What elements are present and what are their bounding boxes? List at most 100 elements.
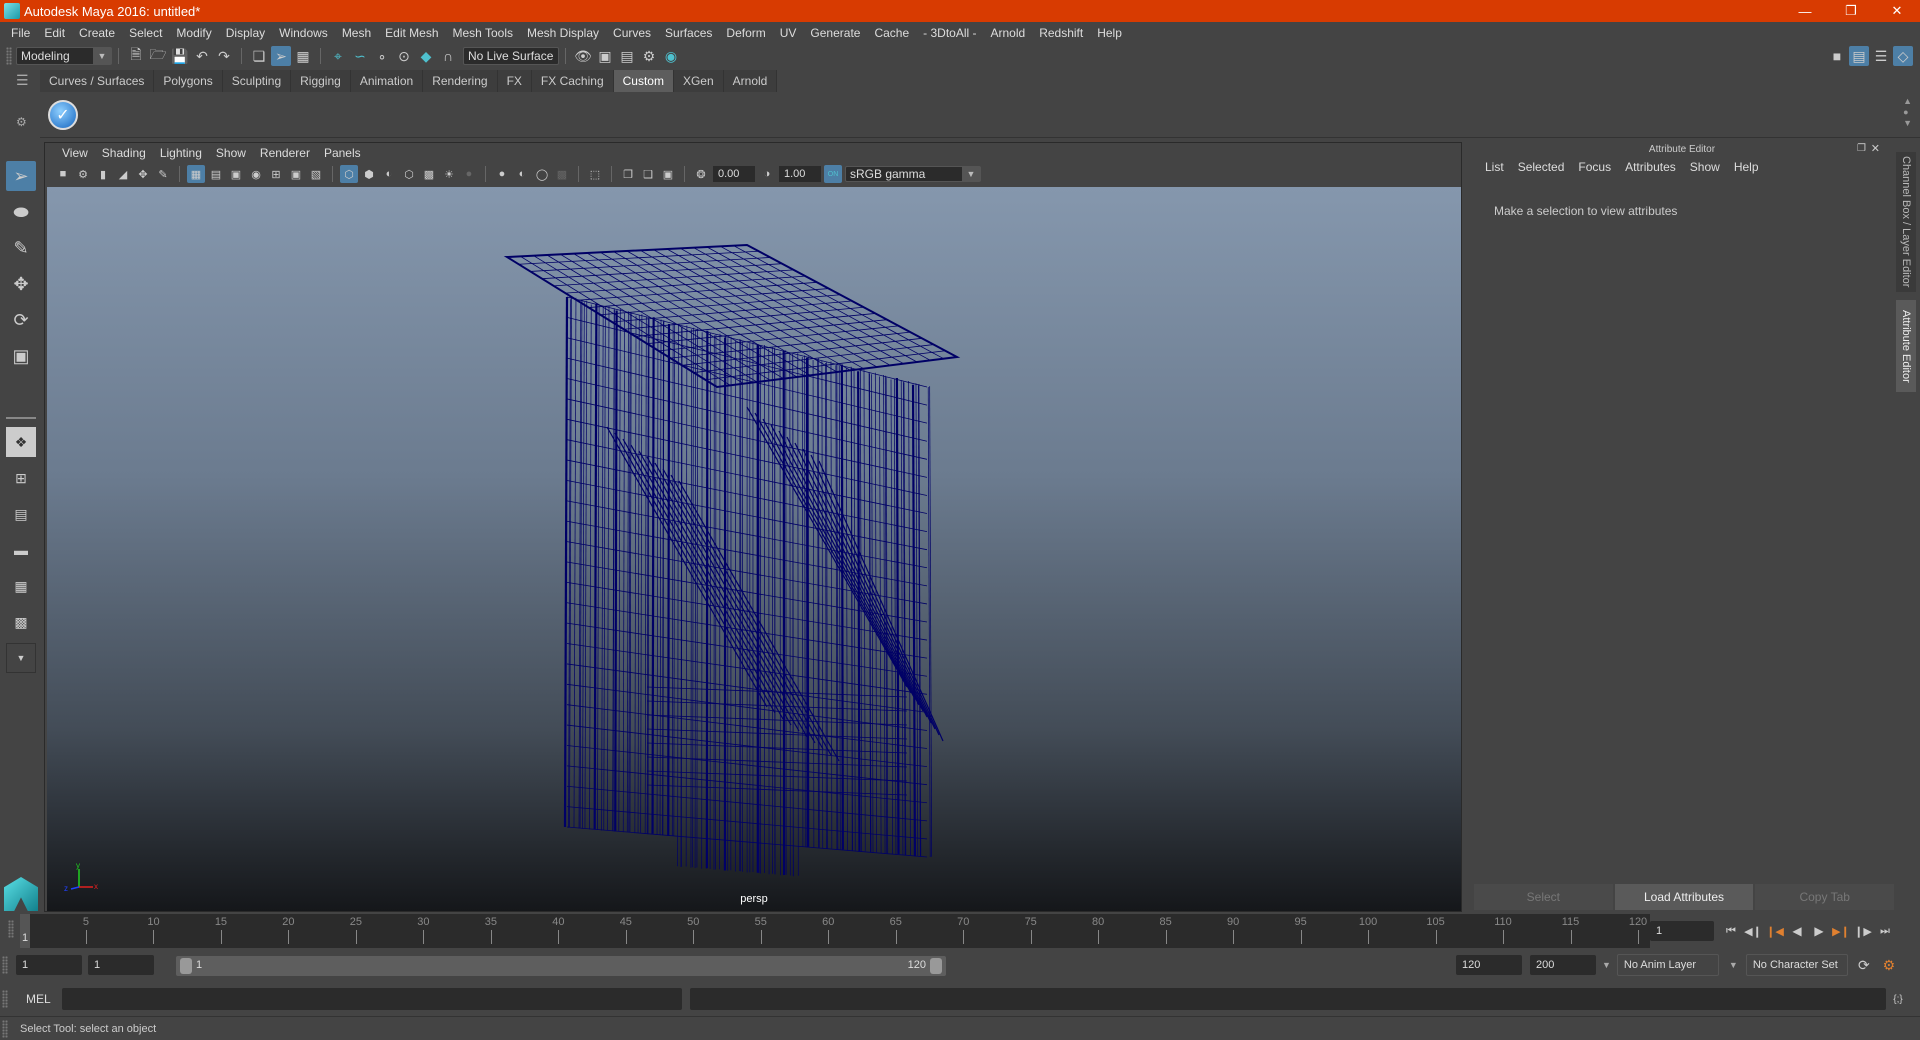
- menu-file[interactable]: File: [4, 26, 37, 40]
- depth-of-field-icon[interactable]: ▩: [553, 165, 571, 183]
- animation-start-field[interactable]: 1: [16, 955, 82, 975]
- load-attributes-button[interactable]: Load Attributes: [1614, 884, 1754, 910]
- open-scene-icon[interactable]: 🗁: [148, 46, 168, 66]
- make-live-icon[interactable]: ∩: [438, 46, 458, 66]
- rotate-tool-icon[interactable]: ⟳: [6, 305, 36, 335]
- xray-joints-icon[interactable]: ❑: [639, 165, 657, 183]
- step-back-key-icon[interactable]: ❙◀: [1765, 921, 1785, 941]
- snap-grid-icon[interactable]: ⌖: [328, 46, 348, 66]
- range-grip[interactable]: [2, 956, 8, 974]
- move-tool-icon[interactable]: ✥: [6, 269, 36, 299]
- minimize-button[interactable]: —: [1782, 0, 1828, 22]
- undo-icon[interactable]: ↶: [192, 46, 212, 66]
- menu-curves[interactable]: Curves: [606, 26, 658, 40]
- xray-components-icon[interactable]: ▣: [659, 165, 677, 183]
- shelf-tab-animation[interactable]: Animation: [350, 70, 424, 92]
- ae-menu-attributes[interactable]: Attributes: [1618, 160, 1683, 174]
- motion-blur-icon[interactable]: ◐: [513, 165, 531, 183]
- xray-icon[interactable]: ❐: [619, 165, 637, 183]
- snap-curve-icon[interactable]: ∽: [350, 46, 370, 66]
- single-view-layout-icon[interactable]: ❖: [6, 427, 36, 457]
- ae-menu-selected[interactable]: Selected: [1511, 160, 1572, 174]
- command-input[interactable]: [62, 988, 682, 1010]
- render-view-icon[interactable]: 👁: [573, 46, 593, 66]
- ambient-occlusion-icon[interactable]: ●: [493, 165, 511, 183]
- select-tool-icon[interactable]: ➢: [6, 161, 36, 191]
- snap-view-plane-icon[interactable]: ⊙: [394, 46, 414, 66]
- grease-pencil-icon[interactable]: ✎: [154, 165, 172, 183]
- anim-layer-dropdown[interactable]: No Anim Layer: [1616, 954, 1719, 976]
- menu-mesh-display[interactable]: Mesh Display: [520, 26, 606, 40]
- menu-3dtoall[interactable]: - 3DtoAll -: [916, 26, 983, 40]
- hypershade-persp-layout-icon[interactable]: ▦: [6, 571, 36, 601]
- shelf-scroll[interactable]: ▲ ● ▼: [1903, 96, 1912, 129]
- wireframe-on-shaded-icon[interactable]: ⬡: [400, 165, 418, 183]
- shelf-tab-arnold[interactable]: Arnold: [723, 70, 778, 92]
- step-back-frame-icon[interactable]: ◀❙: [1743, 921, 1763, 941]
- 3d-viewport[interactable]: y x z persp: [47, 187, 1461, 911]
- tab-attribute-editor[interactable]: Attribute Editor: [1896, 300, 1916, 392]
- panel-menu-show[interactable]: Show: [209, 146, 253, 160]
- panel-menu-renderer[interactable]: Renderer: [253, 146, 317, 160]
- ae-menu-list[interactable]: List: [1478, 160, 1511, 174]
- default-material-icon[interactable]: ◐: [380, 165, 398, 183]
- save-scene-icon[interactable]: 💾: [170, 46, 190, 66]
- shelf-tab-custom[interactable]: Custom: [613, 70, 674, 92]
- float-panel-icon[interactable]: ❐: [1857, 143, 1866, 154]
- resolution-gate-icon[interactable]: ▣: [227, 165, 245, 183]
- character-set-dropdown[interactable]: No Character Set: [1745, 954, 1848, 976]
- script-language-label[interactable]: MEL: [12, 992, 62, 1006]
- menu-mesh[interactable]: Mesh: [335, 26, 378, 40]
- scale-tool-icon[interactable]: ▣: [6, 341, 36, 371]
- menu-select[interactable]: Select: [122, 26, 169, 40]
- modeling-toolkit-icon[interactable]: ■: [1827, 46, 1847, 66]
- render-frame-icon[interactable]: ▣: [595, 46, 615, 66]
- lights-icon[interactable]: ☀: [440, 165, 458, 183]
- safe-action-icon[interactable]: ▣: [287, 165, 305, 183]
- color-management-toggle[interactable]: ON: [824, 165, 842, 183]
- shelf-tab-sculpting[interactable]: Sculpting: [222, 70, 292, 92]
- hypershade-icon[interactable]: ◉: [661, 46, 681, 66]
- menu-modify[interactable]: Modify: [169, 26, 218, 40]
- ipr-render-icon[interactable]: ▤: [617, 46, 637, 66]
- snap-surface-icon[interactable]: ◆: [416, 46, 436, 66]
- view-transform-dropdown[interactable]: sRGB gamma ▼: [845, 166, 981, 182]
- textured-icon[interactable]: ▩: [420, 165, 438, 183]
- shelf-tab-fx-caching[interactable]: FX Caching: [531, 70, 614, 92]
- grid-icon[interactable]: ▦: [187, 165, 205, 183]
- copy-tab-button[interactable]: Copy Tab: [1755, 884, 1895, 910]
- select-hierarchy-icon[interactable]: ❏: [249, 46, 269, 66]
- snap-point-icon[interactable]: ∘: [372, 46, 392, 66]
- tool-settings-icon[interactable]: ☰: [1871, 46, 1891, 66]
- ae-menu-show[interactable]: Show: [1683, 160, 1727, 174]
- close-panel-icon[interactable]: ✕: [1871, 142, 1880, 155]
- range-end-handle[interactable]: [930, 958, 942, 974]
- menu-redshift[interactable]: Redshift: [1032, 26, 1090, 40]
- go-to-end-icon[interactable]: ⏭: [1875, 921, 1895, 941]
- shelf-gear-icon[interactable]: ⚙: [16, 115, 38, 129]
- drag-grip[interactable]: [6, 47, 12, 65]
- time-slider[interactable]: 5 10 15 20 25 30 35 40 45 50 55 60 65 70 75 80 85 90 95 100…: [20, 914, 1650, 948]
- timeline-grip[interactable]: [8, 920, 14, 938]
- character-set-chevron-icon[interactable]: ▼: [1729, 960, 1738, 970]
- menu-display[interactable]: Display: [219, 26, 272, 40]
- panel-menu-panels[interactable]: Panels: [317, 146, 368, 160]
- play-forwards-icon[interactable]: ▶: [1809, 921, 1829, 941]
- checkmark-shelf-icon[interactable]: ✓: [48, 100, 78, 130]
- shelf-tab-rendering[interactable]: Rendering: [423, 70, 498, 92]
- menu-deform[interactable]: Deform: [719, 26, 772, 40]
- image-plane-icon[interactable]: ◢: [114, 165, 132, 183]
- channel-box-toggle-icon[interactable]: ◇: [1893, 46, 1913, 66]
- anti-aliasing-icon[interactable]: ◯: [533, 165, 551, 183]
- select-object-icon[interactable]: ➢: [271, 46, 291, 66]
- playback-start-field[interactable]: 1: [88, 955, 154, 975]
- isolate-select-icon[interactable]: ⬚: [586, 165, 604, 183]
- shelf-tab-fx[interactable]: FX: [497, 70, 532, 92]
- menu-create[interactable]: Create: [72, 26, 122, 40]
- menu-uv[interactable]: UV: [773, 26, 804, 40]
- layout-options-icon[interactable]: ▼: [6, 643, 36, 673]
- shelf-tab-xgen[interactable]: XGen: [673, 70, 724, 92]
- outliner-persp-layout-icon[interactable]: ▤: [6, 499, 36, 529]
- cmd-grip[interactable]: [2, 990, 8, 1008]
- live-surface-field[interactable]: No Live Surface: [463, 47, 559, 65]
